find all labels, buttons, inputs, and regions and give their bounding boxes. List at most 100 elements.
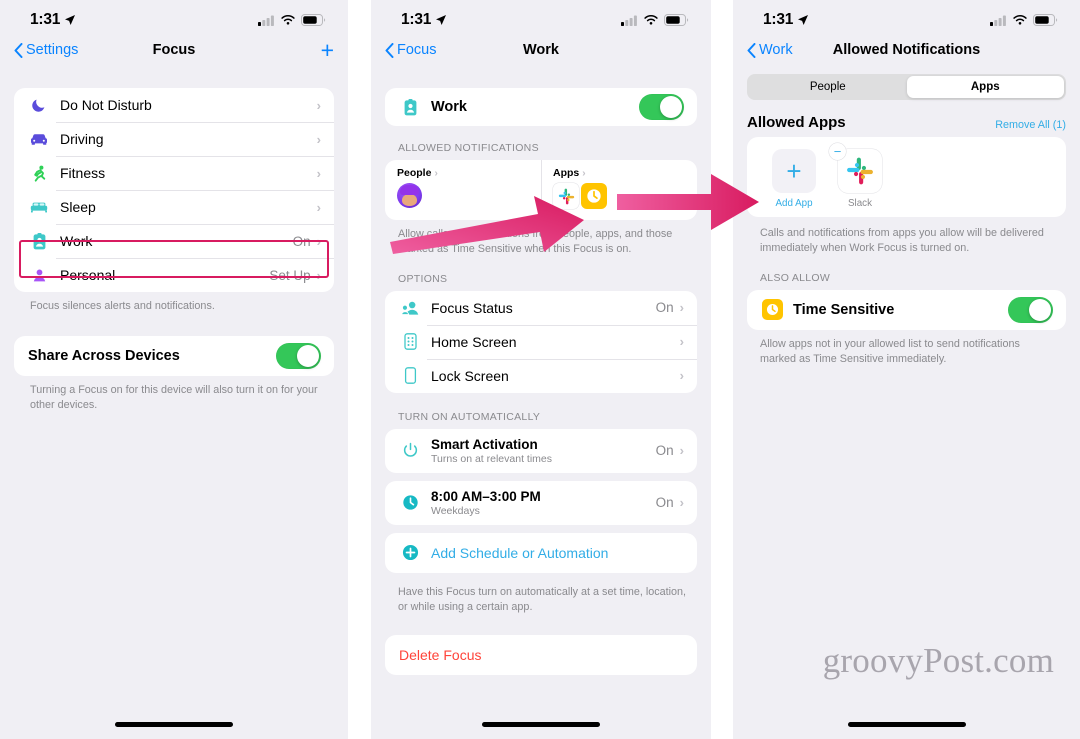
automation-row-sub: Weekdays [431,504,480,517]
work-focus-label: Work [431,99,467,115]
minus-badge-icon[interactable]: − [829,143,846,160]
automation-row-label: 8:00 AM–3:00 PM [431,488,541,504]
focus-row-sleep[interactable]: Sleep › [14,190,334,224]
work-focus-toggle[interactable] [639,94,684,120]
wifi-icon [1013,15,1027,25]
nav-bar: Focus Work [371,34,711,66]
option-row-label: Home Screen [431,333,517,350]
app-caption-slack: Slack [848,198,872,209]
automation-row-schedule[interactable]: 8:00 AM–3:00 PM Weekdays On › [385,481,697,525]
option-row-focus-status[interactable]: Focus Status On › [385,291,697,325]
cellular-bars-icon [258,15,274,26]
plus-icon[interactable]: + [772,149,816,193]
automation-row-label: Smart Activation [431,436,538,452]
back-button-label: Settings [26,42,79,58]
status-bar-indicators [258,14,326,26]
focus-row-fitness[interactable]: Fitness › [14,156,334,190]
add-app-caption: Add App [775,198,813,209]
allowed-people-avatars [397,183,541,208]
chevron-right-icon: › [316,165,321,181]
time-sensitive-toggle[interactable] [1008,296,1053,323]
status-bar-time: 1:31 [401,11,432,28]
allowed-people-card[interactable]: People › [385,160,541,220]
app-cell-slack[interactable]: − Slack [829,143,885,209]
focus-row-do-not-disturb[interactable]: Do Not Disturb › [14,88,334,122]
delete-focus-row[interactable]: Delete Focus [385,635,697,675]
focus-row-label: Sleep [60,199,96,215]
time-sensitive-clock-icon [761,299,783,321]
focus-row-work[interactable]: Work On › [14,224,334,258]
back-button-label: Focus [397,42,437,58]
focus-list-footnote: Focus silences alerts and notifications. [30,300,215,312]
chevron-right-icon: › [679,443,684,459]
focus-list-group: Do Not Disturb › Driving › Fitness › Sle… [14,88,334,292]
allowed-notifications-footnote: Allow calls and notifications from peopl… [398,228,673,255]
option-row-home-screen[interactable]: Home Screen › [385,324,697,359]
back-button-settings[interactable]: Settings [14,42,78,58]
id-badge-icon [28,232,50,250]
chevron-right-icon: › [434,167,438,179]
automation-row-smart-activation[interactable]: Smart Activation Turns on at relevant ti… [385,429,697,473]
location-arrow-icon [65,15,76,25]
options-header: OPTIONS [398,272,448,285]
status-bar-indicators [621,14,689,26]
focus-row-label: Personal [60,267,116,283]
remove-all-button[interactable]: Remove All (1) [995,119,1066,131]
focus-row-label: Fitness [60,165,106,181]
also-allow-header: ALSO ALLOW [760,271,831,284]
battery-icon [664,14,689,26]
nav-bar: Settings Focus + [0,34,348,66]
tab-people[interactable]: People [749,76,907,98]
phone-panel-allowed-notifications: 1:31 Work Allowed Notifications People A… [733,0,1080,739]
people-apps-segmented-control[interactable]: People Apps [747,74,1066,100]
allowed-apps-title: Allowed Apps [747,114,846,131]
time-sensitive-label: Time Sensitive [793,301,895,318]
watermark: groovyPost.com [822,641,1054,680]
moon-icon [28,97,50,113]
bed-icon [28,200,50,214]
add-focus-button[interactable]: + [321,38,334,62]
plus-circle-icon [399,544,421,561]
status-bar-indicators [990,14,1058,26]
chevron-right-icon: › [316,97,321,113]
automation-row-text: 8:00 AM–3:00 PM Weekdays [431,489,541,517]
person-icon [28,268,50,283]
focus-row-personal[interactable]: Personal Set Up › [14,258,334,292]
back-button-work[interactable]: Work [747,42,793,58]
time-sensitive-row[interactable]: Time Sensitive [747,290,1066,330]
time-sensitive-clock-icon [581,183,607,209]
focus-row-value: On [292,233,311,249]
allowed-apps-section-header: Allowed Apps Remove All (1) [747,114,1066,131]
chevron-right-icon: › [316,267,321,283]
share-across-devices-footnote: Turning a Focus on for this device will … [30,383,318,411]
allowed-apps-card[interactable]: Apps › [541,160,697,220]
option-row-label: Lock Screen [431,367,509,384]
share-across-devices-toggle[interactable] [276,342,321,369]
share-across-devices-row[interactable]: Share Across Devices [14,336,334,376]
chevron-right-icon: › [679,495,684,511]
home-indicator [115,722,233,727]
status-bar-time: 1:31 [763,11,794,28]
work-focus-toggle-row[interactable]: Work [385,88,697,126]
clock-icon [399,494,421,511]
add-schedule-row[interactable]: Add Schedule or Automation [385,533,697,573]
allowed-notifications-cards: People › Apps › [385,160,697,220]
home-indicator [482,722,600,727]
status-bar: 1:31 [0,0,348,34]
automation-row-sub: Turns on at relevant times [431,452,552,465]
option-row-lock-screen[interactable]: Lock Screen › [385,358,697,393]
chevron-right-icon: › [679,334,684,350]
home-indicator [847,722,966,727]
chevron-right-icon: › [316,199,321,215]
nav-bar: Work Allowed Notifications [733,34,1080,66]
memoji-avatar [397,183,422,208]
automation-row-value: On [655,495,674,511]
slack-icon [553,183,579,209]
status-bar-time-group: 1:31 [30,11,76,29]
focus-row-driving[interactable]: Driving › [14,122,334,156]
add-app-cell[interactable]: + Add App [769,149,819,209]
focus-row-label: Do Not Disturb [60,97,152,113]
tab-apps[interactable]: Apps [906,76,1064,98]
back-button-focus[interactable]: Focus [385,42,437,58]
battery-icon [301,14,326,26]
